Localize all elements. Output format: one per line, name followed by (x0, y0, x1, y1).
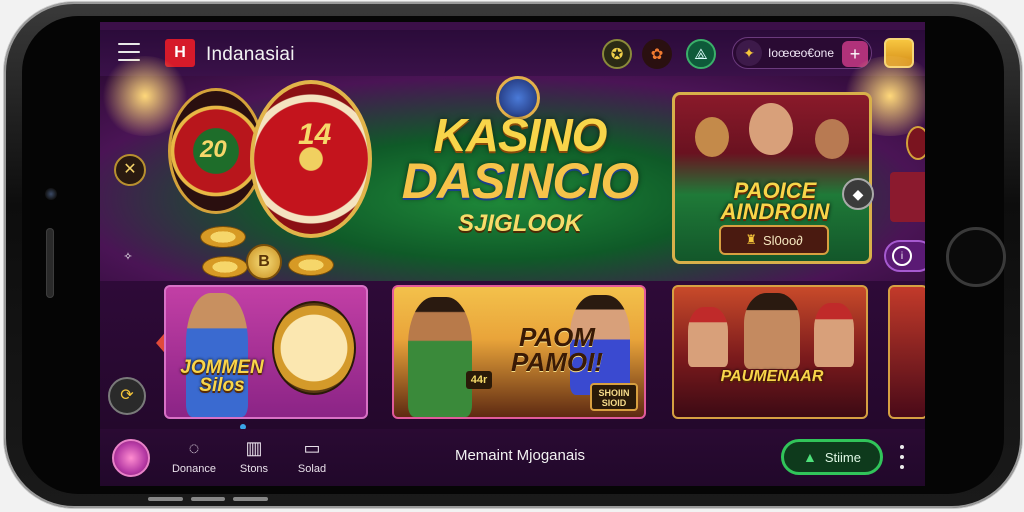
hero-title: KASINO DASINCIO SJIGLOOK (385, 112, 655, 236)
side-chip (906, 126, 925, 160)
game-title: PAUMENAAR (720, 368, 824, 385)
device-stage: H Indanasiai ✪ ✿ ⟁ ✦ Ioœœo€one + 20 14 B (0, 0, 1024, 512)
wallet-text: Ioœœo€one (768, 46, 835, 60)
wallet-card-icon: ▭ (303, 438, 321, 458)
casino-chip (288, 254, 334, 276)
hero-title-line2: DASINCIO (401, 153, 639, 209)
games-row: ⟳ JOMMEN Silos PAOM PAMOI! 44r SHOIIN SI… (100, 281, 925, 429)
cta-button[interactable]: ▲ Stiime (781, 439, 883, 475)
game-title: PAOM PAMOI! (511, 322, 603, 377)
phone-speaker (46, 228, 54, 298)
nav-item-stons[interactable]: ▥ Stons (224, 437, 284, 475)
game-card[interactable]: PAOM PAMOI! 44r SHOIIN SIOID (392, 285, 646, 419)
side-pill-button[interactable]: i (884, 240, 925, 272)
game-card[interactable]: PAUMENAAR (672, 285, 868, 419)
game-figure (688, 307, 728, 367)
casino-chip (202, 256, 248, 278)
featured-game-card[interactable]: PAOICE AINDROIN ♜ Sl0oo∂ (672, 92, 872, 264)
mascot-figure (695, 117, 729, 157)
profile-avatar[interactable] (112, 439, 150, 477)
casino-chip (200, 226, 246, 248)
triangle-logo-icon[interactable]: ⟁ (686, 39, 716, 69)
hero-title-line1: KASINO (433, 109, 608, 161)
triangle-icon: ▲ (803, 449, 817, 465)
game-figure (814, 303, 854, 367)
trophy-icon: ♜ (745, 232, 757, 247)
host-figure (749, 103, 793, 155)
game-title: JOMMEN Silos (180, 357, 264, 397)
hero-title-line3: SJIGLOOK (457, 210, 583, 237)
nav-item-label: Donance (171, 463, 217, 475)
cta-label: Stiime (824, 449, 861, 465)
brand-name: Indanasiai (206, 44, 295, 65)
hero-banner[interactable]: 20 14 B ✕ ✧ KASINO DASINCIO SJIGLOOK PAO (100, 56, 925, 281)
game-sign: 44r (466, 371, 492, 389)
bottom-nav: ◌ Donance ▥ Stons ▭ Solad Memaint Mjogan… (100, 429, 925, 486)
nav-item-donance[interactable]: ◌ Donance (164, 437, 224, 475)
coin-icon: ✦ (736, 40, 762, 66)
game-figure (408, 297, 472, 417)
gear-icon[interactable]: ⟳ (108, 377, 146, 415)
game-plate: SHOIIN SIOID (590, 383, 638, 411)
refresh-icon: ◌ (188, 438, 200, 458)
game-card[interactable]: JOMMEN Silos (164, 285, 368, 419)
game-figure (744, 293, 800, 369)
front-camera (45, 188, 57, 200)
game-figure (186, 293, 248, 417)
chip-small-icon: ✧ (123, 251, 133, 263)
featured-title: PAOICE AINDROIN (720, 178, 830, 224)
status-bar (100, 22, 925, 30)
bonus-coin: B (246, 244, 282, 280)
top-bar: H Indanasiai ✪ ✿ ⟁ ✦ Ioœœo€one + (100, 30, 925, 76)
roulette-wheel (250, 80, 372, 238)
featured-play-button[interactable]: ♜ Sl0oo∂ (719, 225, 829, 255)
gear-badge-icon[interactable]: ✪ (602, 39, 632, 69)
diamond-icon[interactable]: ◆ (842, 178, 874, 210)
wheel-number: 20 (200, 136, 227, 163)
nav-item-label: Solad (297, 463, 327, 475)
nav-item-solad[interactable]: ▭ Solad (282, 437, 342, 475)
tools-icon[interactable]: ✕ (114, 154, 146, 186)
info-icon: i (892, 246, 912, 266)
home-button[interactable] (946, 227, 1006, 287)
featured-button-label: Sl0oo∂ (762, 232, 803, 248)
clock-art (272, 301, 356, 395)
book-icon: ▥ (245, 438, 263, 458)
host-figure (815, 119, 849, 159)
wallet-balance[interactable]: ✦ Ioœœo€one + (732, 37, 872, 69)
side-gift (890, 172, 925, 222)
featured-art (675, 95, 869, 185)
more-options-icon[interactable] (898, 445, 906, 469)
nav-item-label: Stons (239, 463, 269, 475)
phone-edge-buttons (148, 497, 269, 501)
bag-icon[interactable]: ✿ (642, 39, 672, 69)
wheel-number: 14 (298, 118, 332, 151)
nav-status-text: Memaint Mjoganais (454, 447, 586, 464)
game-card[interactable] (888, 285, 925, 419)
app-screen: H Indanasiai ✪ ✿ ⟁ ✦ Ioœœo€one + 20 14 B (100, 22, 925, 486)
